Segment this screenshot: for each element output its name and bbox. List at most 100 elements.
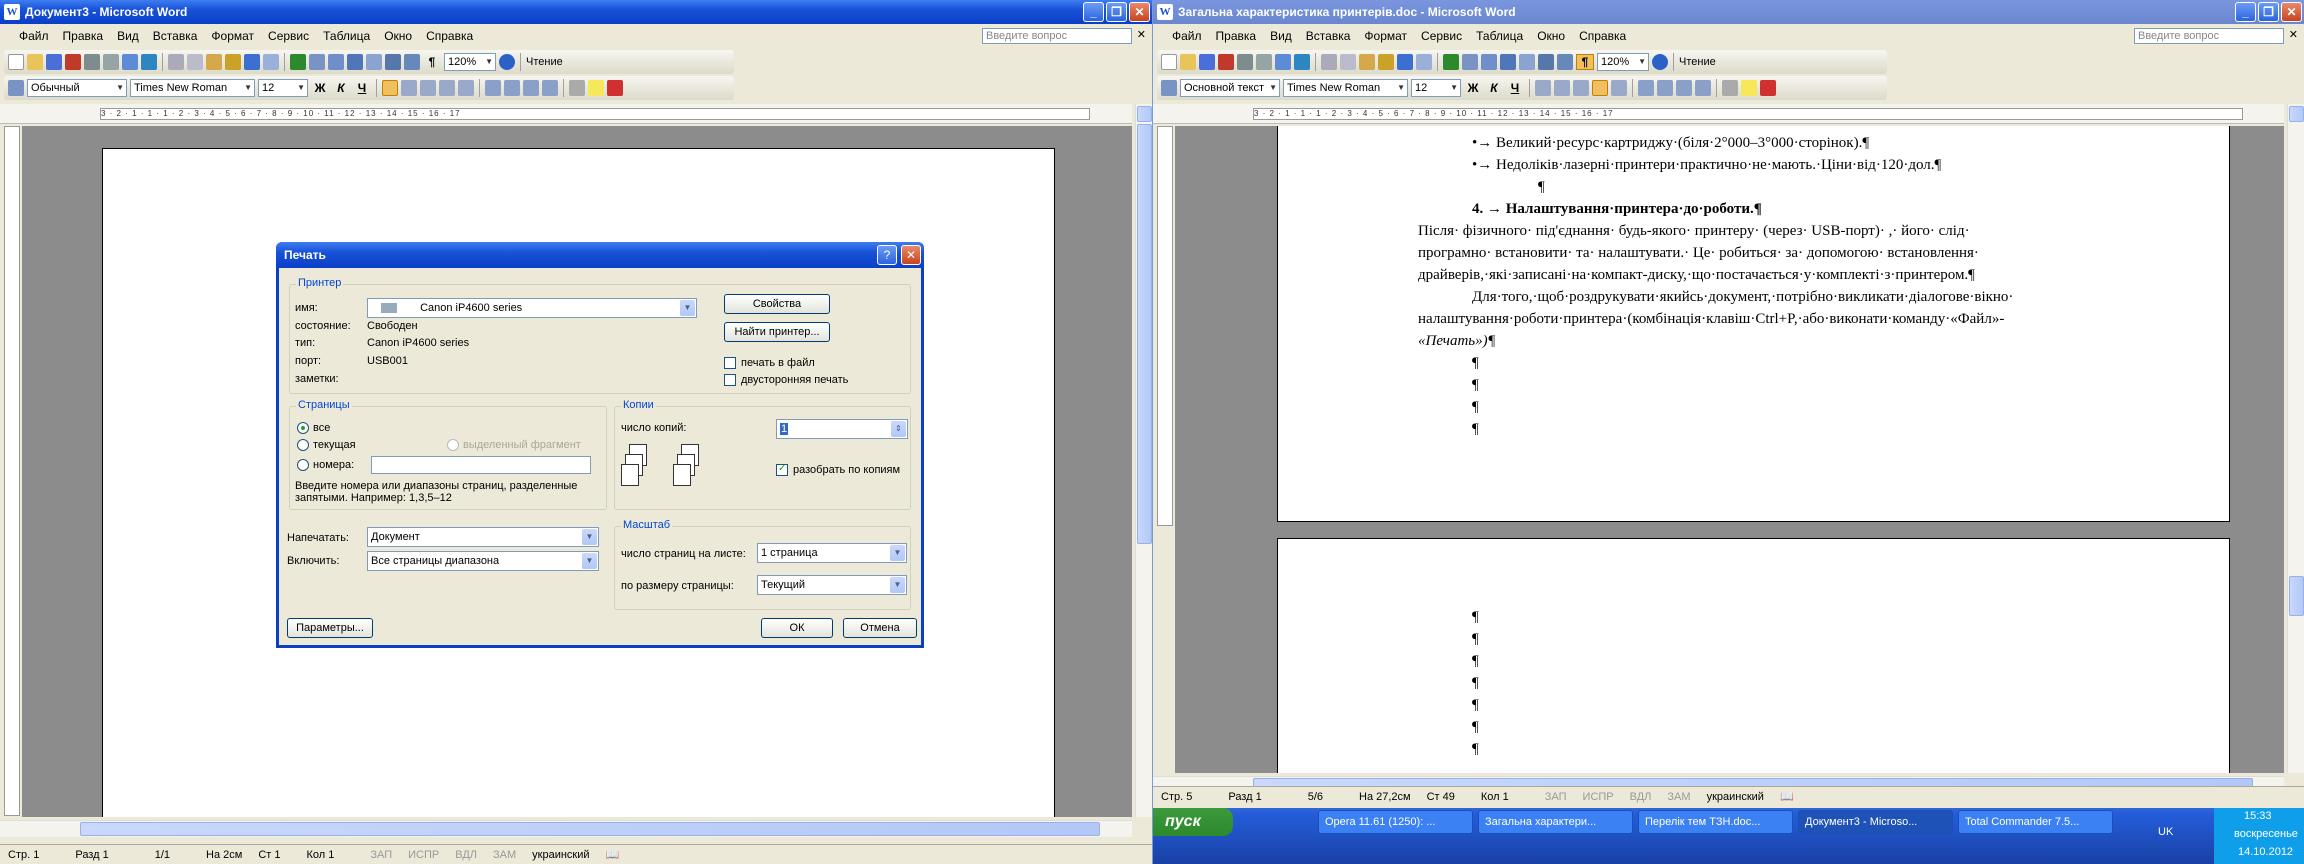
preview-icon[interactable] bbox=[103, 54, 119, 70]
research-icon[interactable] bbox=[141, 54, 157, 70]
task-opera[interactable]: Opera 11.61 (1250): ... bbox=[1318, 810, 1473, 834]
menu-insert[interactable]: Вставка bbox=[146, 29, 205, 43]
language-indicator[interactable]: UK bbox=[2158, 826, 2173, 838]
bold-button[interactable]: Ж bbox=[1464, 81, 1482, 95]
save-icon[interactable] bbox=[46, 54, 62, 70]
scroll-up-button[interactable] bbox=[1137, 106, 1152, 122]
section-heading[interactable]: 4. → Налаштування·принтера·до·роботи.¶ bbox=[1472, 201, 1762, 218]
selection-radio[interactable] bbox=[447, 439, 459, 451]
tables-borders-icon[interactable] bbox=[309, 54, 325, 70]
include-select[interactable]: Все страницы диапазона ▼ bbox=[367, 551, 599, 571]
styles-icon[interactable] bbox=[1161, 80, 1177, 96]
chevron-down-icon[interactable]: ▼ bbox=[582, 529, 597, 545]
decrease-indent-icon[interactable] bbox=[1676, 80, 1692, 96]
zoom-combo[interactable]: 120% bbox=[1597, 53, 1649, 71]
format-painter-icon[interactable] bbox=[1378, 54, 1394, 70]
excel-icon[interactable] bbox=[1500, 54, 1516, 70]
document-area[interactable]: •→ Великий·ресурс·картриджу·(біля·2°000–… bbox=[1175, 126, 2284, 773]
increase-indent-icon[interactable] bbox=[542, 80, 558, 96]
italic-button[interactable]: К bbox=[1485, 81, 1503, 95]
vertical-ruler-strip[interactable] bbox=[4, 126, 20, 816]
menu-edit[interactable]: Правка bbox=[56, 29, 111, 43]
scroll-thumb[interactable] bbox=[2289, 576, 2304, 616]
chevron-down-icon[interactable]: ▼ bbox=[582, 553, 597, 569]
dialog-title[interactable]: Печать bbox=[276, 242, 924, 268]
text-line[interactable]: •→ Великий·ресурс·картриджу·(біля·2°000–… bbox=[1472, 135, 1869, 152]
horizontal-scrollbar[interactable] bbox=[0, 820, 1132, 837]
menu-file[interactable]: Файл bbox=[1165, 29, 1209, 43]
align-center-icon[interactable] bbox=[1554, 80, 1570, 96]
minimize-button[interactable]: _ bbox=[1083, 2, 1104, 22]
spinner-icon[interactable]: ⇕ bbox=[891, 421, 906, 437]
print-icon[interactable] bbox=[84, 54, 100, 70]
menu-window[interactable]: Окно bbox=[377, 29, 419, 43]
close-button[interactable]: ✕ bbox=[2281, 2, 2302, 22]
duplex-checkbox[interactable] bbox=[724, 374, 736, 386]
menu-help[interactable]: Справка bbox=[1572, 29, 1633, 43]
underline-button[interactable]: Ч bbox=[353, 81, 371, 95]
undo-icon[interactable] bbox=[1397, 54, 1413, 70]
spelling-icon[interactable] bbox=[122, 54, 138, 70]
menu-insert[interactable]: Вставка bbox=[1299, 29, 1358, 43]
question-box[interactable]: Введите вопрос bbox=[2134, 28, 2284, 44]
current-page-radio[interactable] bbox=[297, 439, 309, 451]
text-line[interactable]: Після· фізичного· під'єднання· будь-яког… bbox=[1418, 223, 1970, 240]
all-pages-radio[interactable] bbox=[297, 422, 309, 434]
copy-icon[interactable] bbox=[187, 54, 203, 70]
highlight-icon[interactable] bbox=[588, 80, 604, 96]
research-icon[interactable] bbox=[1294, 54, 1310, 70]
align-left-icon[interactable] bbox=[382, 80, 398, 96]
printer-select[interactable]: Canon iP4600 series ▼ bbox=[367, 298, 697, 318]
open-icon[interactable] bbox=[1180, 54, 1196, 70]
pilcrow[interactable]: ¶ bbox=[1472, 741, 1479, 758]
drawing-icon[interactable] bbox=[385, 54, 401, 70]
maximize-button[interactable]: ❐ bbox=[1106, 2, 1127, 22]
close-button[interactable]: ✕ bbox=[1129, 2, 1150, 22]
menu-view[interactable]: Вид bbox=[1263, 29, 1299, 43]
question-box[interactable]: Введите вопрос bbox=[982, 28, 1132, 44]
pilcrow[interactable]: ¶ bbox=[1472, 421, 1479, 438]
help-icon[interactable] bbox=[499, 54, 515, 70]
text-line[interactable]: «Печать»)¶ bbox=[1418, 333, 1495, 350]
paste-icon[interactable] bbox=[206, 54, 222, 70]
zoom-combo[interactable]: 120% bbox=[444, 53, 496, 71]
menu-edit[interactable]: Правка bbox=[1209, 29, 1264, 43]
paste-icon[interactable] bbox=[1359, 54, 1375, 70]
h-scroll-thumb[interactable] bbox=[80, 822, 1100, 836]
format-painter-icon[interactable] bbox=[225, 54, 241, 70]
bullets-icon[interactable] bbox=[1657, 80, 1673, 96]
menu-format[interactable]: Формат bbox=[204, 29, 261, 43]
help-icon[interactable]: ? bbox=[877, 245, 897, 265]
maximize-button[interactable]: ❐ bbox=[2258, 2, 2279, 22]
vertical-scrollbar[interactable] bbox=[2287, 104, 2304, 773]
numbering-icon[interactable] bbox=[485, 80, 501, 96]
status-rec[interactable]: ЗАП bbox=[1537, 791, 1575, 803]
open-icon[interactable] bbox=[27, 54, 43, 70]
task-word-doc[interactable]: Загальна характери... bbox=[1478, 810, 1633, 834]
print-to-file-checkbox[interactable] bbox=[724, 357, 736, 369]
close-icon[interactable]: ✕ bbox=[901, 245, 921, 265]
status-ext[interactable]: ВДЛ bbox=[447, 849, 485, 861]
vertical-ruler[interactable] bbox=[1157, 126, 1173, 526]
align-right-icon[interactable] bbox=[420, 80, 436, 96]
status-ovr[interactable]: ЗАМ bbox=[485, 849, 524, 861]
columns-icon[interactable] bbox=[366, 54, 382, 70]
title-bar[interactable]: W Документ3 - Microsoft Word _ ❐ ✕ bbox=[0, 0, 1152, 24]
scroll-thumb[interactable] bbox=[1137, 124, 1152, 544]
scroll-up-button[interactable] bbox=[2289, 106, 2304, 122]
options-button[interactable]: Параметры... bbox=[287, 618, 373, 638]
underline-button[interactable]: Ч bbox=[1506, 81, 1524, 95]
cut-icon[interactable] bbox=[168, 54, 184, 70]
close-doc-icon[interactable]: ✕ bbox=[1137, 28, 1146, 41]
spelling-status-icon[interactable]: 📖 bbox=[598, 848, 628, 861]
hyperlink-icon[interactable] bbox=[1443, 54, 1459, 70]
excel-icon[interactable] bbox=[347, 54, 363, 70]
print-what-select[interactable]: Документ ▼ bbox=[367, 527, 599, 547]
save-icon[interactable] bbox=[1199, 54, 1215, 70]
justify-icon[interactable] bbox=[1592, 80, 1608, 96]
chevron-down-icon[interactable]: ▼ bbox=[890, 545, 905, 561]
task-total-commander[interactable]: Total Commander 7.5... bbox=[1958, 810, 2113, 834]
chevron-down-icon[interactable]: ▼ bbox=[680, 300, 695, 316]
pilcrow[interactable]: ¶ bbox=[1472, 631, 1479, 648]
copy-icon[interactable] bbox=[1340, 54, 1356, 70]
